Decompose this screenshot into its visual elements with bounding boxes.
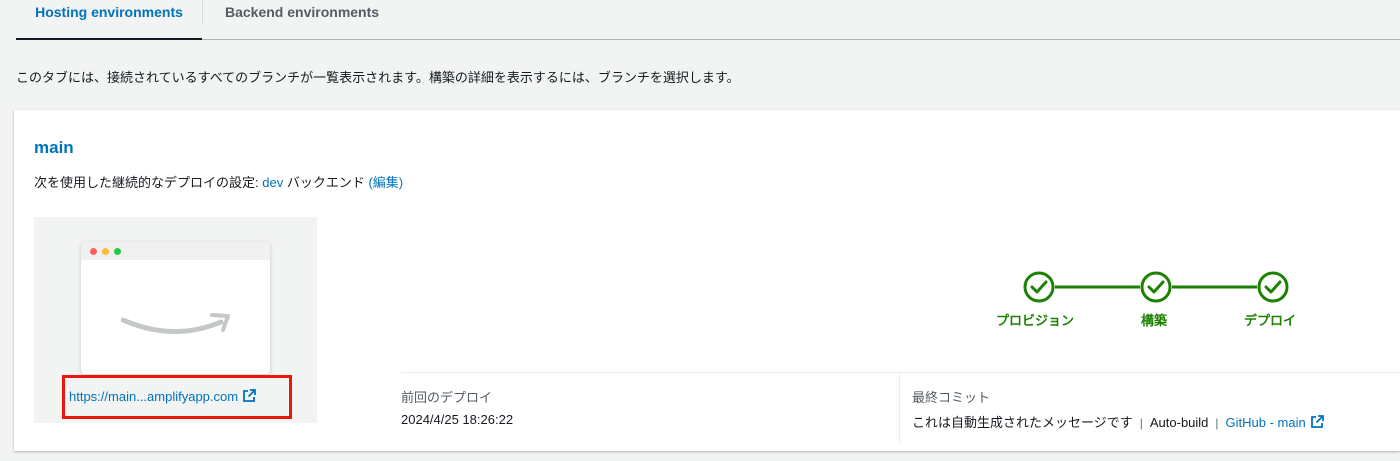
last-deploy-value: 2024/4/25 18:26:22	[401, 412, 514, 427]
deployment-info: 前回のデプロイ 2024/4/25 18:26:22 最終コミット これは自動生…	[401, 372, 1400, 443]
continuous-deploy-info: 次を使用した継続的なデプロイの設定: dev バックエンド (編集)	[34, 172, 403, 191]
deploy-check-icon	[1257, 271, 1289, 303]
close-dot-icon	[90, 248, 97, 255]
step-deploy-label: デプロイ	[1244, 313, 1297, 328]
step-provision-label: プロビジョン	[996, 313, 1075, 328]
branch-card: main 次を使用した継続的なデプロイの設定: dev バックエンド (編集) …	[14, 110, 1400, 451]
last-deploy-section: 前回のデプロイ 2024/4/25 18:26:22	[401, 373, 900, 443]
external-link-icon	[1310, 415, 1324, 428]
provision-check-icon	[1023, 271, 1055, 303]
last-deploy-label: 前回のデプロイ	[401, 390, 493, 405]
branch-name-link[interactable]: main	[34, 138, 74, 158]
browser-mockup	[81, 242, 270, 374]
commit-message: これは自動生成されたメッセージです	[912, 415, 1133, 430]
pipeline-graphic	[1023, 271, 1289, 303]
amazon-smile-icon	[121, 313, 230, 335]
last-commit-section: 最終コミット これは自動生成されたメッセージです | Auto-build | GitH…	[900, 373, 1400, 443]
last-commit-value: これは自動生成されたメッセージです | Auto-build | GitHub - ma…	[912, 412, 1324, 431]
backend-suffix-text: バックエンド	[283, 175, 369, 190]
browser-titlebar	[81, 242, 270, 260]
cd-prefix-text: 次を使用した継続的なデプロイの設定:	[34, 175, 263, 190]
tab-hosting-environments[interactable]: Hosting environments	[16, 0, 202, 40]
minimize-dot-icon	[102, 248, 109, 255]
separator: |	[1139, 416, 1143, 430]
separator: |	[1215, 416, 1219, 430]
step-build-label: 構築	[1141, 313, 1168, 328]
edit-link[interactable]: (編集)	[368, 175, 403, 190]
tab-backend-environments[interactable]: Backend environments	[202, 0, 392, 24]
tab-bar: Hosting environments Backend environment…	[16, 0, 1400, 40]
maximize-dot-icon	[114, 248, 121, 255]
backend-env-link[interactable]: dev	[262, 175, 283, 190]
external-link-icon	[243, 389, 256, 402]
app-preview-thumbnail[interactable]: https://main...amplifyapp.com	[34, 217, 317, 423]
github-repo-link[interactable]: GitHub - main	[1226, 415, 1324, 430]
app-url-link[interactable]: https://main...amplifyapp.com	[69, 389, 256, 404]
build-check-icon	[1140, 271, 1172, 303]
github-repo-text: GitHub - main	[1225, 415, 1306, 430]
last-commit-label: 最終コミット	[912, 390, 991, 405]
commit-type: Auto-build	[1149, 415, 1209, 430]
tab-description: このタブには、接続されているすべてのブランチが一覧表示されます。構築の詳細を表示…	[16, 70, 740, 85]
app-url-text: https://main...amplifyapp.com	[69, 389, 239, 404]
url-highlight-box: https://main...amplifyapp.com	[62, 375, 292, 419]
